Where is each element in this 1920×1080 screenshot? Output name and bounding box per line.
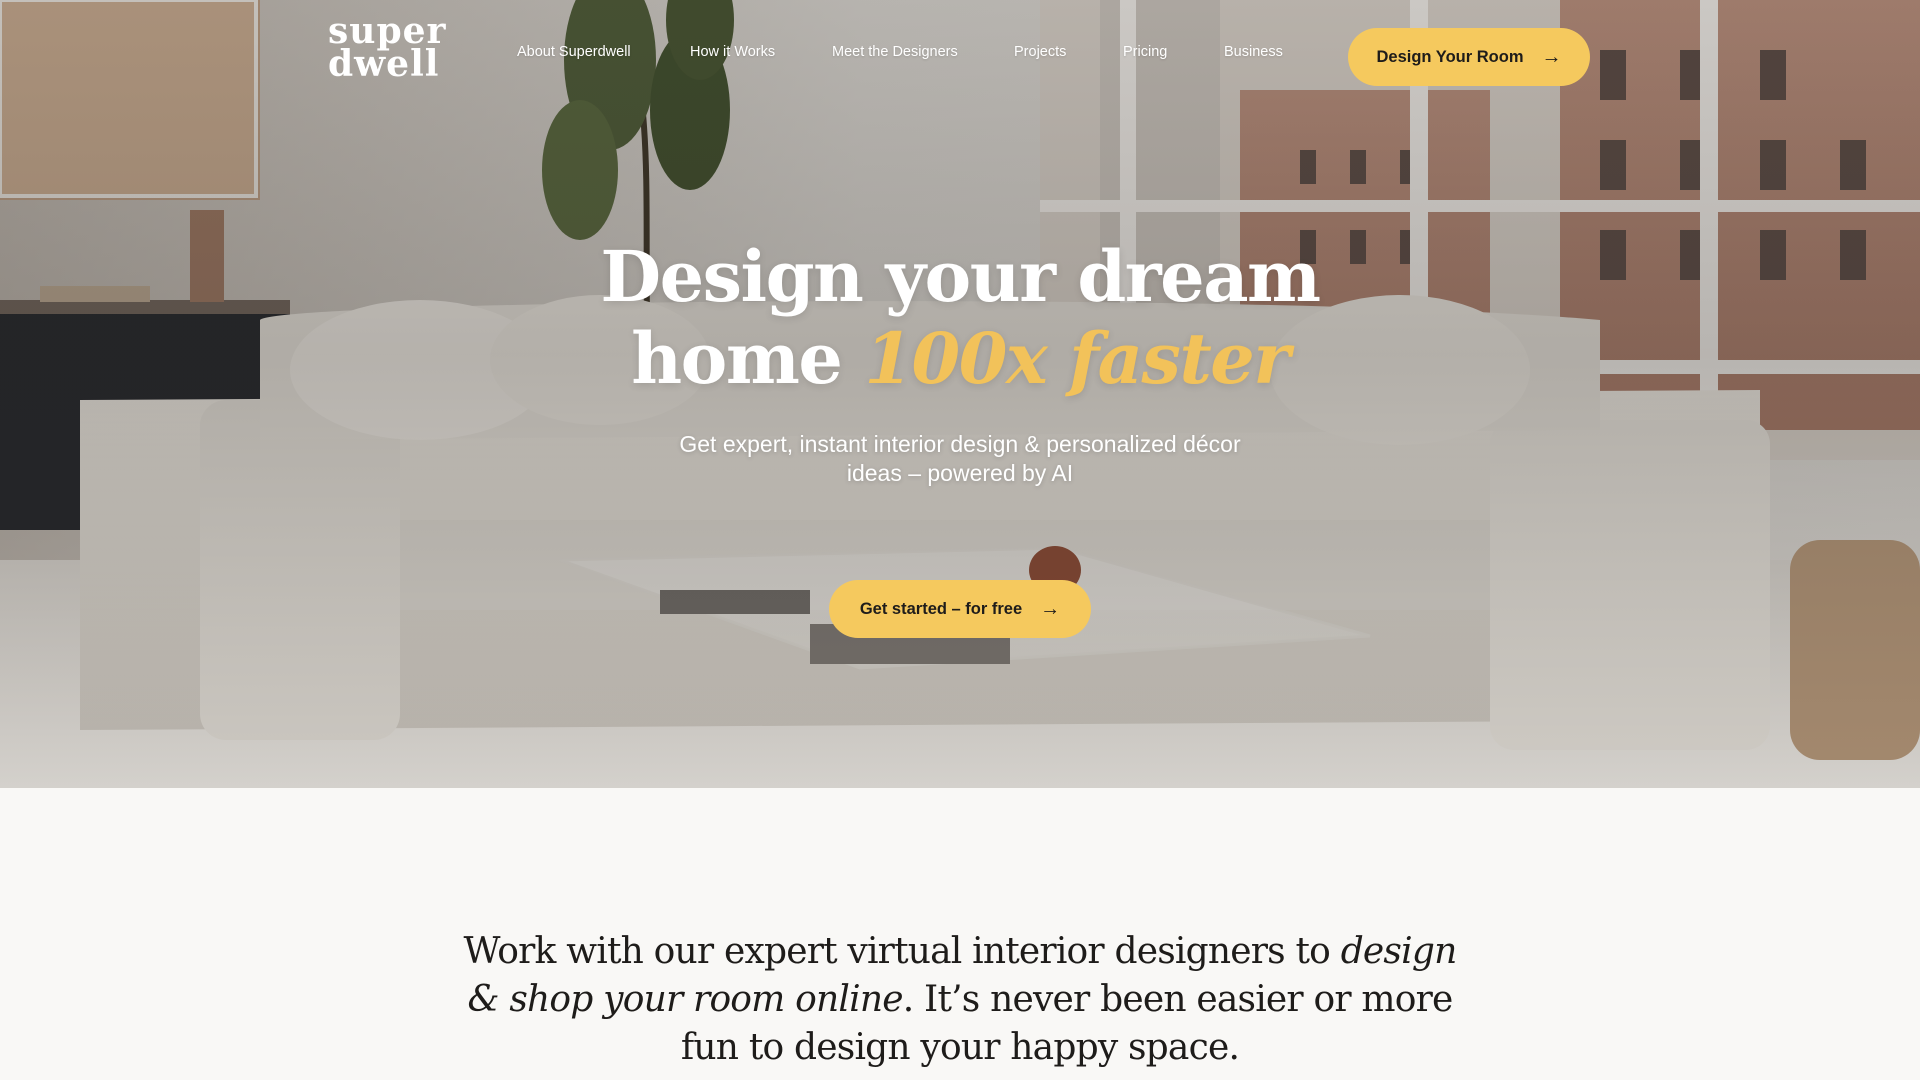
logo-line-1: super [328, 10, 447, 52]
get-started-label: Get started – for free [859, 599, 1023, 618]
design-your-room-label: Design Your Room [1376, 47, 1524, 66]
get-started-button[interactable]: Get started – for free → [829, 580, 1091, 638]
nav-link-about[interactable]: About Superdwell [517, 44, 631, 60]
arrow-right-icon: → [1541, 45, 1562, 68]
nav-link-business[interactable]: Business [1224, 44, 1283, 60]
hero-title: Design your dream home 100x faster [560, 236, 1360, 400]
hero-subtitle: Get expert, instant interior design & pe… [679, 431, 1241, 486]
hero-section: super dwell About Superdwell How it Work… [0, 0, 1920, 788]
hero-title-line1: Design your dream [600, 235, 1321, 318]
nav-link-projects[interactable]: Projects [1014, 44, 1066, 60]
hero-title-line2: home [631, 317, 843, 400]
nav-link-how-it-works[interactable]: How it Works [690, 44, 775, 60]
nav-link-meet-designers[interactable]: Meet the Designers [832, 44, 958, 60]
intro-statement: Work with our expert virtual interior de… [460, 928, 1460, 1072]
hero-title-accent: 100x faster [864, 317, 1290, 400]
design-your-room-button[interactable]: Design Your Room → [1348, 28, 1590, 86]
nav-link-pricing[interactable]: Pricing [1123, 44, 1167, 60]
arrow-right-icon: → [1040, 597, 1061, 620]
logo-line-2: dwell [328, 43, 440, 85]
superdwell-logo[interactable]: super dwell [328, 10, 454, 85]
intro-text-start: Work with our expert virtual interior de… [463, 931, 1331, 972]
